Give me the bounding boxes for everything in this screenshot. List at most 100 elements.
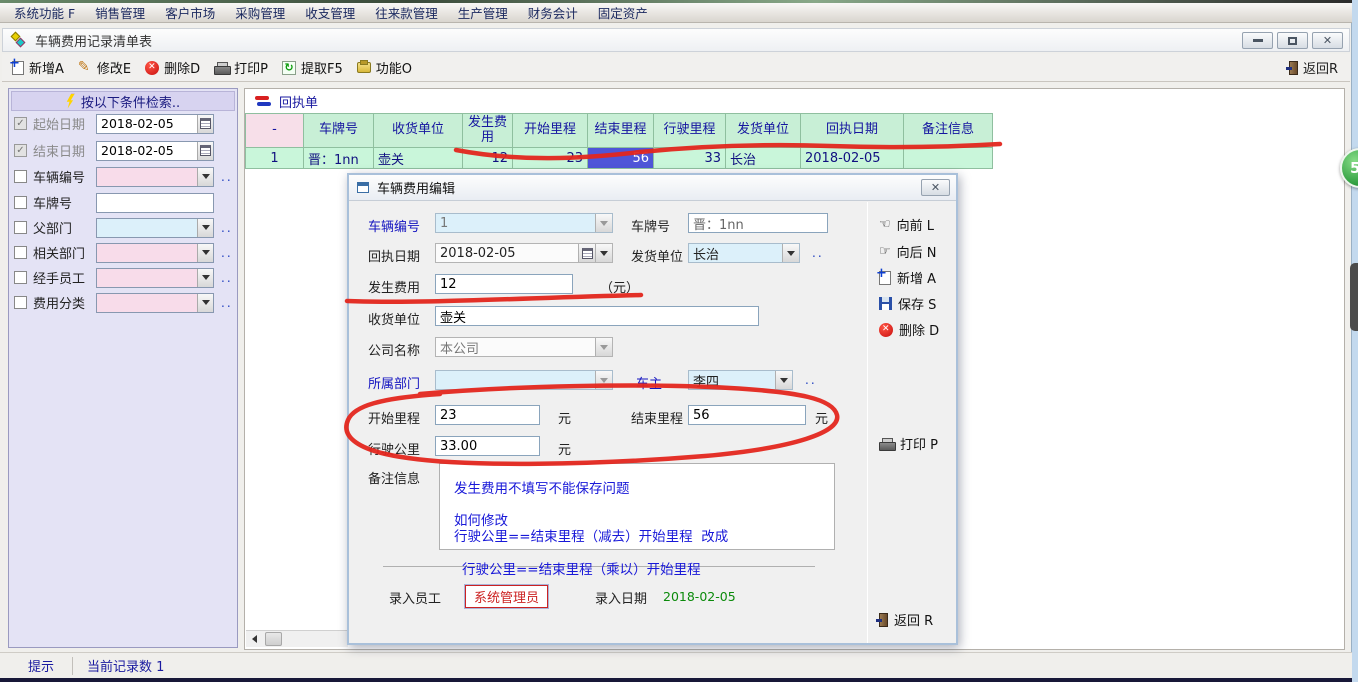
fee-input[interactable] [435,274,573,294]
dialog-delete-button[interactable]: 删除 D [879,320,939,339]
edit-button[interactable]: 修改E [78,58,131,77]
menu-item-customer[interactable]: 客户市场 [155,1,225,24]
end-mileage-input[interactable] [688,405,806,425]
chevron-down-icon[interactable] [197,294,213,312]
col-header-end-mileage[interactable]: 结束里程 [588,114,654,148]
cell-index[interactable]: 1 [246,148,304,169]
handler-select[interactable] [96,268,214,288]
col-header-start-mileage[interactable]: 开始里程 [513,114,588,148]
cell-receive-unit[interactable]: 壶关 [374,148,463,169]
minimize-icon[interactable] [1242,32,1273,49]
parent-dept-more-link[interactable]: .. [221,221,233,235]
ship-unit-more-link[interactable]: .. [812,246,824,260]
related-dept-more-link[interactable]: .. [221,246,233,260]
vehicle-no-select[interactable]: 1 [435,213,613,233]
chevron-down-icon[interactable] [782,244,799,262]
menu-item-payment[interactable]: 收支管理 [295,1,365,24]
vehicle-no-more-link[interactable]: .. [221,170,233,184]
end-date-checkbox[interactable]: ✓ [14,144,27,157]
plate-no-input[interactable] [688,213,828,233]
fee-category-more-link[interactable]: .. [221,296,233,310]
cell-notes[interactable] [904,148,993,169]
col-header-ship-unit[interactable]: 发货单位 [726,114,801,148]
menu-item-production[interactable]: 生产管理 [448,1,518,24]
chevron-down-icon[interactable] [595,244,612,262]
parent-dept-select[interactable] [96,218,214,238]
dialog-return-button[interactable]: 返回 R [879,610,933,629]
cell-end-mileage-selected[interactable]: 56 [588,148,654,169]
company-select[interactable]: 本公司 [435,337,613,357]
start-date-checkbox[interactable]: ✓ [14,117,27,130]
vehicle-no-checkbox[interactable] [14,170,27,183]
dialog-close-icon[interactable]: ✕ [921,179,950,196]
cell-fee[interactable]: 12 [463,148,513,169]
plate-no-input[interactable] [96,193,214,213]
calendar-icon[interactable] [197,142,213,160]
receive-unit-input[interactable] [435,306,759,326]
vehicle-no-select[interactable] [96,167,214,187]
chevron-down-icon[interactable] [197,219,213,237]
tab-receipt[interactable]: 回执单 [245,89,318,113]
ship-unit-select[interactable]: 长治 [688,243,800,263]
calendar-icon[interactable] [578,244,595,262]
delete-button[interactable]: 删除D [145,58,200,77]
chevron-down-icon[interactable] [775,371,792,389]
fee-category-select[interactable] [96,293,214,313]
refresh-button[interactable]: ↻提取F5 [282,58,343,77]
col-header-receive-unit[interactable]: 收货单位 [374,114,463,148]
col-header-receipt-date[interactable]: 回执日期 [801,114,904,148]
print-button[interactable]: 打印P [214,58,268,77]
menu-item-finance[interactable]: 财务会计 [518,1,588,24]
prev-button[interactable]: ☜向前 L [879,215,934,234]
owner-select[interactable]: 李四 [688,370,793,390]
menu-item-purchase[interactable]: 采购管理 [225,1,295,24]
table-row[interactable]: 1 晋：1nn 壶关 12 23 56 33 长治 2018-02-05 [246,148,993,169]
col-header-notes[interactable]: 备注信息 [904,114,993,148]
receipt-date-input[interactable]: 2018-02-05 [435,243,613,263]
filter-header[interactable]: 按以下条件检索.. [11,91,235,111]
scrollbar-thumb[interactable] [265,632,282,646]
department-select[interactable] [435,370,613,390]
col-header-driven-mileage[interactable]: 行驶里程 [654,114,726,148]
cell-start-mileage[interactable]: 23 [513,148,588,169]
handler-checkbox[interactable] [14,271,27,284]
calendar-icon[interactable] [197,115,213,133]
horizontal-scrollbar[interactable] [246,630,348,647]
floating-dark-widget[interactable] [1350,263,1358,331]
chevron-down-icon[interactable] [197,269,213,287]
owner-more-link[interactable]: .. [805,373,817,387]
fee-category-checkbox[interactable] [14,296,27,309]
cell-ship-unit[interactable]: 长治 [726,148,801,169]
dialog-print-button[interactable]: 打印 P [879,434,938,453]
parent-dept-checkbox[interactable] [14,221,27,234]
menu-item-fixed-assets[interactable]: 固定资产 [588,1,658,24]
add-button[interactable]: 新增A [12,58,64,77]
maximize-icon[interactable] [1277,32,1308,49]
start-mileage-input[interactable] [435,405,540,425]
related-dept-checkbox[interactable] [14,246,27,259]
cell-receipt-date[interactable]: 2018-02-05 [801,148,904,169]
next-button[interactable]: ☞向后 N [879,242,937,261]
return-button[interactable]: 返回R [1289,58,1338,77]
col-header-fee[interactable]: 发生费用 [463,114,513,148]
end-date-input[interactable]: 2018-02-05 [96,141,214,161]
close-icon[interactable]: ✕ [1312,32,1343,49]
plate-no-checkbox[interactable] [14,196,27,209]
notes-textarea[interactable]: 发生费用不填写不能保存问题 如何修改 行驶公里==结束里程（减去）开始里程 改成 [439,463,835,550]
dialog-save-button[interactable]: 保存 S [879,294,936,313]
menu-item-sales[interactable]: 销售管理 [85,1,155,24]
chevron-down-icon[interactable] [197,168,213,186]
menu-item-system[interactable]: 系统功能 F [4,1,85,24]
cell-driven-mileage[interactable]: 33 [654,148,726,169]
chevron-down-icon[interactable] [197,244,213,262]
start-date-input[interactable]: 2018-02-05 [96,114,214,134]
function-button[interactable]: 功能O [357,58,412,77]
scroll-left-icon[interactable] [246,631,263,647]
dialog-add-button[interactable]: 新增 A [879,268,936,287]
related-dept-select[interactable] [96,243,214,263]
handler-more-link[interactable]: .. [221,271,233,285]
cell-plate[interactable]: 晋：1nn [304,148,374,169]
driven-km-input[interactable] [435,436,540,456]
menu-item-transactions[interactable]: 往来款管理 [365,1,448,24]
col-header-plate[interactable]: 车牌号 [304,114,374,148]
